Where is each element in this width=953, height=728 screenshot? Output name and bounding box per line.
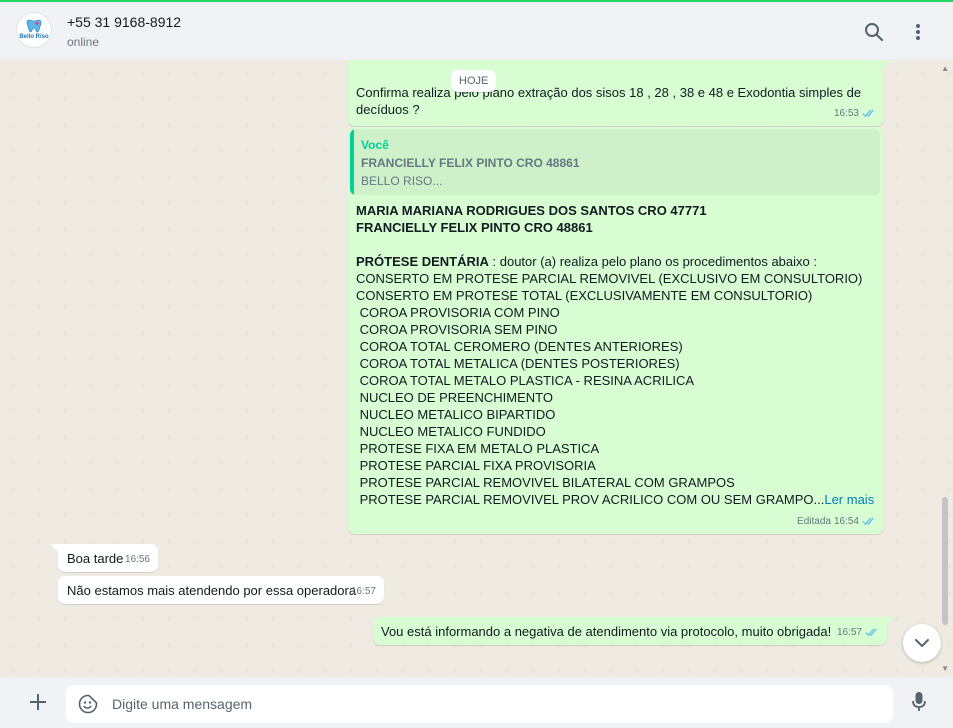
procedure-item: PROTESE PARCIAL REMOVIVEL BILATERAL COM …: [356, 475, 735, 490]
read-more-link[interactable]: Ler mais: [824, 492, 874, 507]
procedure-item: CONSERTO EM PROTESE TOTAL (EXCLUSIVAMENT…: [356, 288, 813, 303]
bubble-tail: [887, 617, 895, 625]
message-outgoing-reply[interactable]: Você FRANCIELLY FELIX PINTO CRO 48861 BE…: [348, 127, 884, 534]
quote-bar: [350, 129, 354, 195]
section-intro: : doutor (a) realiza pelo plano os proce…: [488, 254, 817, 269]
search-icon[interactable]: [862, 20, 886, 44]
quote-subtitle: BELLO RISO...: [361, 174, 443, 188]
procedure-item: COROA PROVISORIA COM PINO: [356, 305, 560, 320]
procedure-item: PROTESE PARCIAL REMOVIVEL PROV ACRILICO …: [356, 492, 825, 507]
contact-name[interactable]: +55 31 9168-8912: [67, 14, 181, 30]
scroll-down-arrow-icon[interactable]: ▼: [941, 664, 949, 673]
procedure-item: PROTESE PARCIAL FIXA PROVISORIA: [356, 458, 596, 473]
procedure-item: COROA TOTAL METALICA (DENTES POSTERIORES…: [356, 356, 680, 371]
message-text: Confirma realiza pelo plano extração dos…: [356, 85, 862, 117]
procedure-item: NUCLEO METALICO BIPARTIDO: [356, 407, 556, 422]
message-meta: 16:56: [125, 551, 150, 568]
double-check-icon: [862, 109, 874, 118]
scrollbar-thumb[interactable]: [942, 497, 948, 625]
procedure-item: CONSERTO EM PROTESE PARCIAL REMOVIVEL (E…: [356, 271, 863, 286]
message-text: Vou está informando a negativa de atendi…: [381, 624, 832, 639]
contact-status: online: [67, 35, 100, 49]
quote-author: Você: [361, 138, 389, 152]
avatar[interactable]: Bello Riso: [16, 12, 52, 48]
section-title: PRÓTESE DENTÁRIA: [356, 254, 489, 269]
procedure-item: COROA TOTAL METALO PLASTICA - RESINA ACR…: [356, 373, 695, 388]
message-incoming[interactable]: Não estamos mais atendendo por essa oper…: [58, 576, 384, 604]
message-text: Boa tarde: [67, 551, 124, 566]
tooth-logo-icon: [26, 19, 42, 33]
message-body: MARIA MARIANA RODRIGUES DOS SANTOS CRO 4…: [356, 202, 878, 508]
bubble-tail: [884, 60, 892, 68]
message-meta: 16:57: [837, 624, 879, 641]
section-line: PRÓTESE DENTÁRIA : doutor (a) realiza pe…: [356, 253, 878, 270]
procedure-item: NUCLEO METALICO FUNDIDO: [356, 424, 546, 439]
scroll-up-arrow-icon[interactable]: ▲: [941, 64, 949, 73]
message-time: 16:57: [350, 586, 376, 597]
bubble-tail: [50, 544, 58, 552]
double-check-icon: [862, 517, 874, 526]
quoted-message[interactable]: Você FRANCIELLY FELIX PINTO CRO 48861 BE…: [350, 129, 880, 195]
message-time: 16:53: [833, 108, 859, 119]
menu-icon[interactable]: [906, 20, 930, 44]
message-outgoing[interactable]: Vou está informando a negativa de atendi…: [373, 617, 887, 645]
dentist-line: MARIA MARIANA RODRIGUES DOS SANTOS CRO 4…: [356, 203, 707, 218]
microphone-icon[interactable]: [907, 690, 931, 714]
composer-bar: [0, 677, 953, 728]
message-meta: 16:57: [351, 583, 376, 600]
procedure-item: NUCLEO DE PREENCHIMENTO: [356, 390, 553, 405]
procedure-item-last: PROTESE PARCIAL REMOVIVEL PROV ACRILICO …: [356, 491, 878, 508]
message-incoming[interactable]: Boa tarde 16:56: [58, 544, 158, 572]
avatar-logo-text: Bello Riso: [19, 34, 49, 40]
plus-icon[interactable]: [26, 690, 50, 714]
quote-title: FRANCIELLY FELIX PINTO CRO 48861: [361, 156, 580, 170]
scroll-to-bottom-button[interactable]: [903, 624, 941, 662]
double-check-icon: [865, 628, 877, 637]
message-outgoing[interactable]: Confirma realiza pelo plano extração dos…: [348, 60, 884, 126]
message-meta: Editada 16:54: [797, 513, 876, 530]
procedure-item: COROA TOTAL CEROMERO (DENTES ANTERIORES): [356, 339, 683, 354]
sticker-icon[interactable]: [78, 694, 98, 714]
edited-label: Editada: [797, 516, 831, 527]
chat-header[interactable]: Bello Riso +55 31 9168-8912 online: [0, 2, 953, 60]
message-input[interactable]: [112, 685, 872, 723]
message-text: Não estamos mais atendendo por essa oper…: [67, 583, 357, 598]
message-time: 16:54: [833, 516, 859, 527]
procedure-item: COROA PROVISORIA SEM PINO: [356, 322, 558, 337]
procedure-item: PROTESE FIXA EM METALO PLASTICA: [356, 441, 600, 456]
message-time: 16:56: [124, 554, 150, 565]
date-separator: HOJE: [451, 70, 497, 92]
message-time: 16:57: [836, 627, 862, 638]
message-meta: 16:53: [834, 105, 876, 122]
message-input-box[interactable]: [66, 685, 893, 723]
chevron-down-icon: [915, 639, 929, 647]
dentist-line: FRANCIELLY FELIX PINTO CRO 48861: [356, 220, 593, 235]
